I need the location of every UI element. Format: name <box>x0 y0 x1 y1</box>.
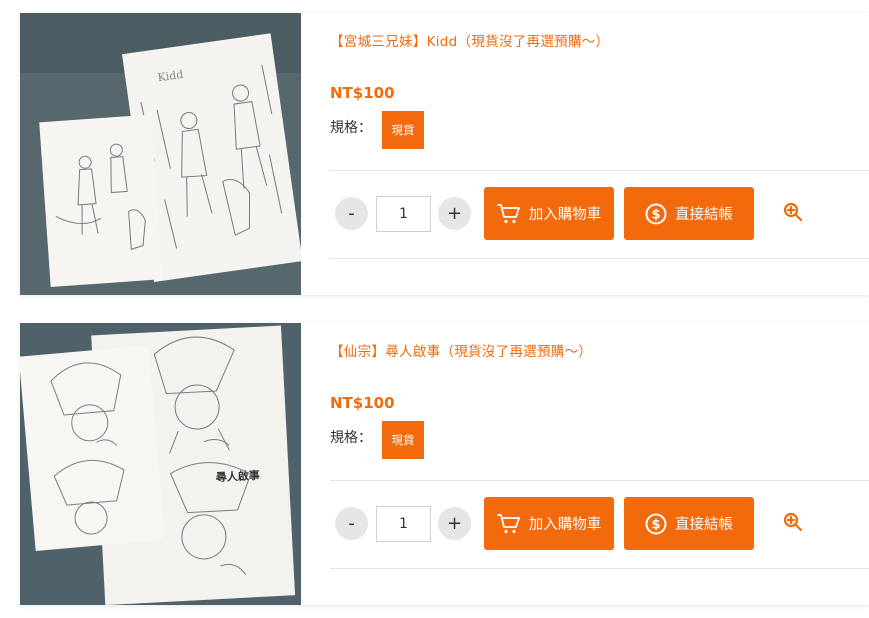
quantity-input[interactable] <box>376 506 431 542</box>
product-card: 尋人啟事 【仙宗】尋人啟事（現貨沒了再選預購～） NT$100 規格： 現貨 -… <box>20 323 869 605</box>
product-title[interactable]: 【宮城三兄妹】Kidd（現貨沒了再選預購～） <box>330 30 609 50</box>
cart-icon <box>496 203 521 225</box>
book-cover-title: 尋人啟事 <box>215 468 260 484</box>
quantity-decrease-button[interactable]: - <box>335 507 368 540</box>
divider <box>330 170 869 171</box>
book-photo-kidd: Kidd <box>20 13 301 295</box>
zoom-in-icon[interactable] <box>782 511 804 533</box>
quantity-increase-button[interactable]: + <box>438 507 471 540</box>
divider <box>330 568 869 569</box>
dollar-coin-icon: $ <box>645 203 667 225</box>
add-to-cart-button[interactable]: 加入購物車 <box>484 187 614 240</box>
quantity-decrease-button[interactable]: - <box>335 197 368 230</box>
spec-label: 規格： <box>330 430 372 446</box>
spec-label: 規格： <box>330 120 372 136</box>
cart-icon <box>496 513 521 535</box>
product-image[interactable]: 尋人啟事 <box>20 323 301 605</box>
add-to-cart-button[interactable]: 加入購物車 <box>484 497 614 550</box>
checkout-button[interactable]: $ 直接結帳 <box>624 497 754 550</box>
product-info: 【宮城三兄妹】Kidd（現貨沒了再選預購～） NT$100 規格： 現貨 - +… <box>330 13 869 295</box>
product-price: NT$100 <box>330 394 395 412</box>
divider <box>330 480 869 481</box>
book-photo-missing-person: 尋人啟事 <box>20 323 301 605</box>
checkout-label: 直接結帳 <box>675 207 733 223</box>
quantity-input[interactable] <box>376 196 431 232</box>
spec-option-in-stock[interactable]: 現貨 <box>382 111 424 149</box>
product-title[interactable]: 【仙宗】尋人啟事（現貨沒了再選預購～） <box>330 340 592 360</box>
add-to-cart-label: 加入購物車 <box>528 207 602 223</box>
product-card: Kidd 【宮城三兄妹】Kidd（現貨沒了再選預購～） NT$100 規格： 現… <box>20 13 869 295</box>
zoom-in-icon[interactable] <box>782 201 804 223</box>
dollar-coin-icon: $ <box>645 513 667 535</box>
product-price: NT$100 <box>330 84 395 102</box>
checkout-button[interactable]: $ 直接結帳 <box>624 187 754 240</box>
quantity-increase-button[interactable]: + <box>438 197 471 230</box>
svg-text:$: $ <box>651 517 660 532</box>
svg-text:$: $ <box>651 207 660 222</box>
product-info: 【仙宗】尋人啟事（現貨沒了再選預購～） NT$100 規格： 現貨 - + 加入… <box>330 323 869 605</box>
add-to-cart-label: 加入購物車 <box>528 517 602 533</box>
checkout-label: 直接結帳 <box>675 517 733 533</box>
product-image[interactable]: Kidd <box>20 13 301 295</box>
divider <box>330 258 869 259</box>
spec-option-in-stock[interactable]: 現貨 <box>382 421 424 459</box>
